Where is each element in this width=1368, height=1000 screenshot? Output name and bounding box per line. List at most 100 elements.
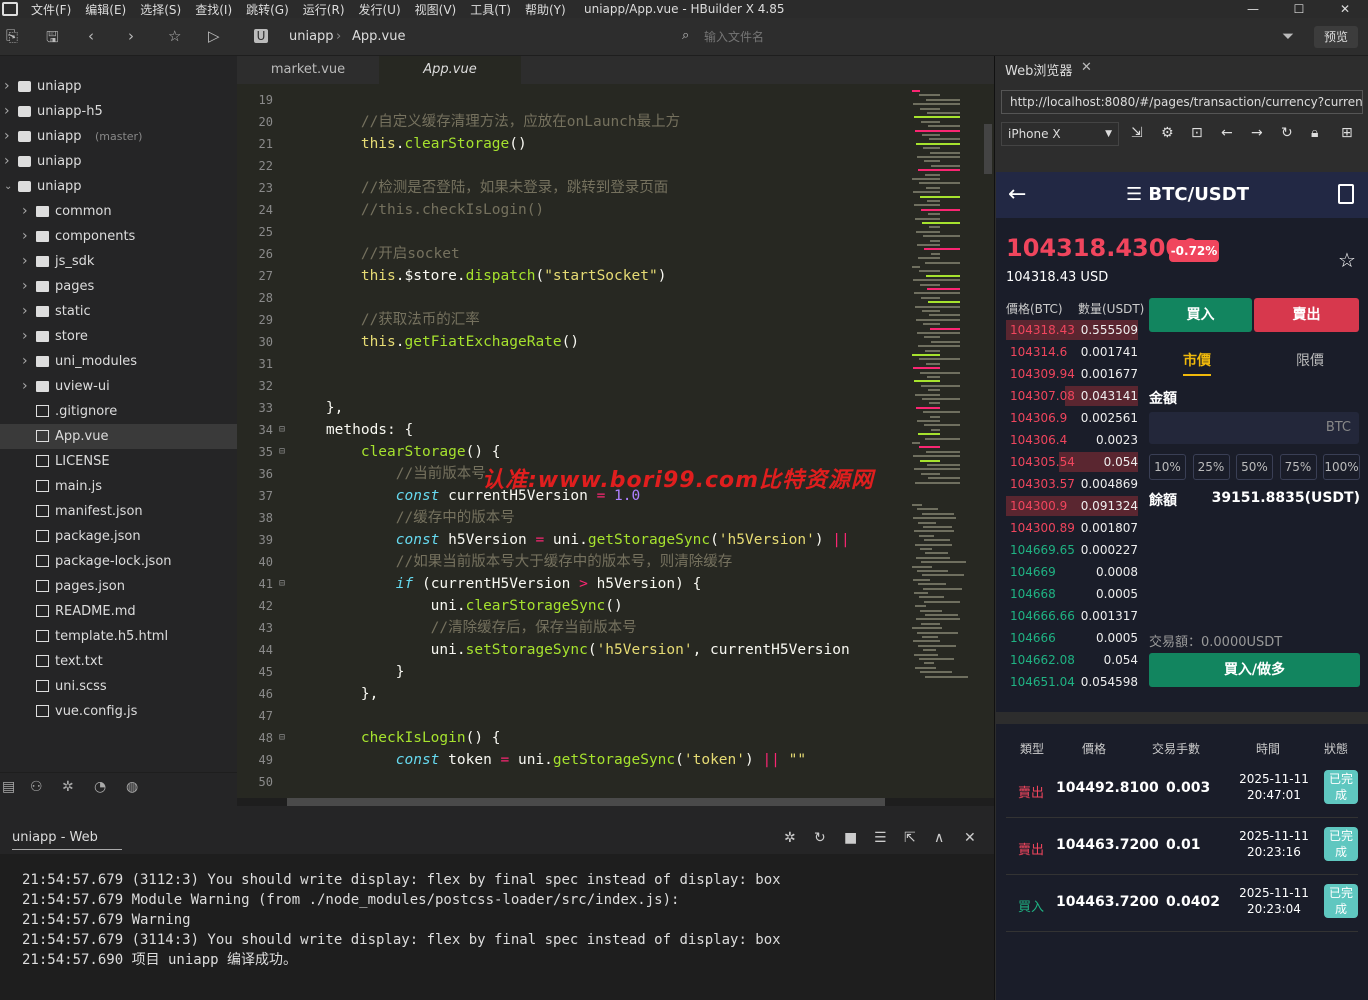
sidebar-item[interactable]: main.js [0, 474, 237, 499]
lock-icon[interactable]: 🔒︎ [1311, 125, 1318, 141]
source-control-icon[interactable]: ◔ [94, 779, 106, 795]
code-line[interactable]: 49 const token = uni.getStorageSync('tok… [237, 749, 907, 771]
tab-app-vue[interactable]: App.vue [379, 56, 521, 84]
tab-market-order[interactable]: 市價 [1183, 350, 1211, 376]
document-icon[interactable] [1338, 184, 1354, 204]
history-row[interactable]: 賣出 104492.8100 0.003 2025-11-11 20:47:01 已完成 [1006, 762, 1358, 818]
new-file-icon[interactable]: ⎘ [6, 27, 18, 45]
fold-icon[interactable]: ⊟ [279, 441, 285, 463]
sidebar-item[interactable]: manifest.json [0, 499, 237, 524]
code-line[interactable]: 22 [237, 155, 907, 177]
web-browser-close-icon[interactable]: ✕ [1081, 60, 1092, 75]
orderbook-ask-row[interactable]: 104300.9 0.091324 [1006, 495, 1138, 517]
code-line[interactable]: 20 //自定义缓存清理方法，应放在onLaunch最上方 [237, 111, 907, 133]
chevron-down-icon[interactable]: ⌄ [4, 174, 12, 199]
chevron-right-icon[interactable]: › [22, 374, 28, 399]
code-line[interactable]: 42 uni.clearStorageSync() [237, 595, 907, 617]
fold-icon[interactable]: ⊟ [279, 573, 285, 595]
reload-icon[interactable]: ↻ [1281, 125, 1293, 141]
percent-button[interactable]: 50% [1236, 454, 1273, 480]
console-collapse-icon[interactable]: ∧ [934, 830, 944, 846]
scroll-thumb[interactable] [287, 798, 885, 806]
bug-icon[interactable]: ✲ [62, 779, 74, 795]
tab-limit-order[interactable]: 限價 [1296, 350, 1324, 370]
sidebar-item[interactable]: text.txt [0, 649, 237, 674]
console-refresh-icon[interactable]: ↻ [814, 830, 826, 846]
chevron-right-icon[interactable]: › [22, 349, 28, 374]
back-icon[interactable]: ‹ [88, 27, 94, 45]
history-row[interactable]: 買入 104463.7200 0.0402 2025-11-11 20:23:04 已完成 [1006, 876, 1358, 932]
sell-tab-button[interactable]: 賣出 [1254, 298, 1359, 332]
code-line[interactable]: 44 uni.setStorageSync('h5Version', curre… [237, 639, 907, 661]
maximize-icon[interactable]: ☐ [1276, 0, 1322, 18]
percent-button[interactable]: 100% [1323, 454, 1360, 480]
code-line[interactable]: 25 [237, 221, 907, 243]
sidebar-item[interactable]: › uniapp [0, 74, 237, 99]
sidebar-item[interactable]: › common [0, 199, 237, 224]
sidebar-item[interactable]: › uview-ui [0, 374, 237, 399]
percent-button[interactable]: 10% [1149, 454, 1186, 480]
code-line[interactable]: 27 this.$store.dispatch("startSocket") [237, 265, 907, 287]
orderbook-bid-row[interactable]: 104662.08 0.054 [1006, 649, 1138, 671]
code-line[interactable]: 41 ⊟ if (currentH5Version > h5Version) { [237, 573, 907, 595]
orderbook-ask-row[interactable]: 104300.89 0.001807 [1006, 517, 1138, 539]
chevron-right-icon[interactable]: › [22, 199, 28, 224]
orderbook-bid-row[interactable]: 104666 0.0005 [1006, 627, 1138, 649]
console-bug-icon[interactable]: ✲ [784, 830, 796, 846]
code-line[interactable]: 24 //this.checkIsLogin() [237, 199, 907, 221]
code-line[interactable]: 50 [237, 771, 907, 793]
device-select[interactable]: iPhone X ▼ [1001, 122, 1119, 146]
orderbook-ask-row[interactable]: 104307.08 0.043141 [1006, 385, 1138, 407]
sidebar-item[interactable]: › uniapp-h5 [0, 99, 237, 124]
settings-icon[interactable]: ⚙ [1161, 125, 1174, 141]
sidebar-item[interactable]: README.md [0, 599, 237, 624]
menu-item[interactable]: 视图(V) [408, 1, 464, 18]
back-arrow-icon[interactable]: ← [1008, 182, 1026, 207]
code-line[interactable]: 28 [237, 287, 907, 309]
filter-icon[interactable]: ⏷ [1282, 27, 1294, 45]
chevron-right-icon[interactable]: › [22, 224, 28, 249]
chevron-right-icon[interactable]: › [22, 249, 28, 274]
code-line[interactable]: 21 this.clearStorage() [237, 133, 907, 155]
forward-arrow-icon[interactable]: → [1251, 125, 1263, 141]
console-tab[interactable]: uniapp - Web [12, 830, 122, 850]
web-browser-tab[interactable]: Web浏览器 [1005, 60, 1072, 79]
code-line[interactable]: 29 //获取法币的汇率 [237, 309, 907, 331]
menu-item[interactable]: 文件(F) [24, 1, 78, 18]
breadcrumb-root[interactable]: uniapp [289, 29, 334, 44]
menu-item[interactable]: 发行(U) [352, 1, 408, 18]
console-filter-icon[interactable]: ☰ [874, 830, 887, 846]
debug-icon[interactable]: ⚇ [30, 779, 43, 795]
sidebar-item[interactable]: uni.scss [0, 674, 237, 699]
code-line[interactable]: 32 [237, 375, 907, 397]
sidebar-item[interactable]: › uniapp (master) [0, 124, 237, 149]
menu-item[interactable]: 选择(S) [133, 1, 188, 18]
sidebar-item[interactable]: pages.json [0, 574, 237, 599]
sidebar-item[interactable]: App.vue [0, 424, 237, 449]
back-arrow-icon[interactable]: ← [1221, 125, 1233, 141]
orderbook-bid-row[interactable]: 104666.66 0.001317 [1006, 605, 1138, 627]
tab-market-vue[interactable]: market.vue [237, 56, 379, 84]
code-line[interactable]: 35 ⊟ clearStorage() { [237, 441, 907, 463]
pair-title[interactable]: ☰ BTC/USDT [1126, 184, 1249, 205]
code-line[interactable]: 26 //开启socket [237, 243, 907, 265]
orderbook-ask-row[interactable]: 104305.54 0.054 [1006, 451, 1138, 473]
orderbook-ask-row[interactable]: 104318.43 0.555509 [1006, 319, 1138, 341]
code-line[interactable]: 34 ⊟ methods: { [237, 419, 907, 441]
percent-button[interactable]: 75% [1279, 454, 1317, 480]
screenshot-icon[interactable]: ⇲ [1131, 125, 1143, 141]
code-line[interactable]: 43 //清除缓存后，保存当前版本号 [237, 617, 907, 639]
sidebar-item[interactable]: package-lock.json [0, 549, 237, 574]
preview-button[interactable]: 预览 [1314, 26, 1358, 48]
editor-vertical-scrollbar[interactable] [984, 124, 992, 174]
sidebar-item[interactable]: .gitignore [0, 399, 237, 424]
orderbook-ask-row[interactable]: 104306.4 0.0023 [1006, 429, 1138, 451]
chevron-right-icon[interactable]: › [22, 324, 28, 349]
sidebar-item[interactable]: package.json [0, 524, 237, 549]
code-line[interactable]: 48 ⊟ checkIsLogin() { [237, 727, 907, 749]
devtools-icon[interactable]: ⊡ [1191, 125, 1203, 141]
orderbook-ask-row[interactable]: 104303.57 0.004869 [1006, 473, 1138, 495]
code-line[interactable]: 38 //缓存中的版本号 [237, 507, 907, 529]
orderbook-ask-row[interactable]: 104314.6 0.001741 [1006, 341, 1138, 363]
editor-horizontal-scrollbar[interactable] [237, 798, 994, 806]
